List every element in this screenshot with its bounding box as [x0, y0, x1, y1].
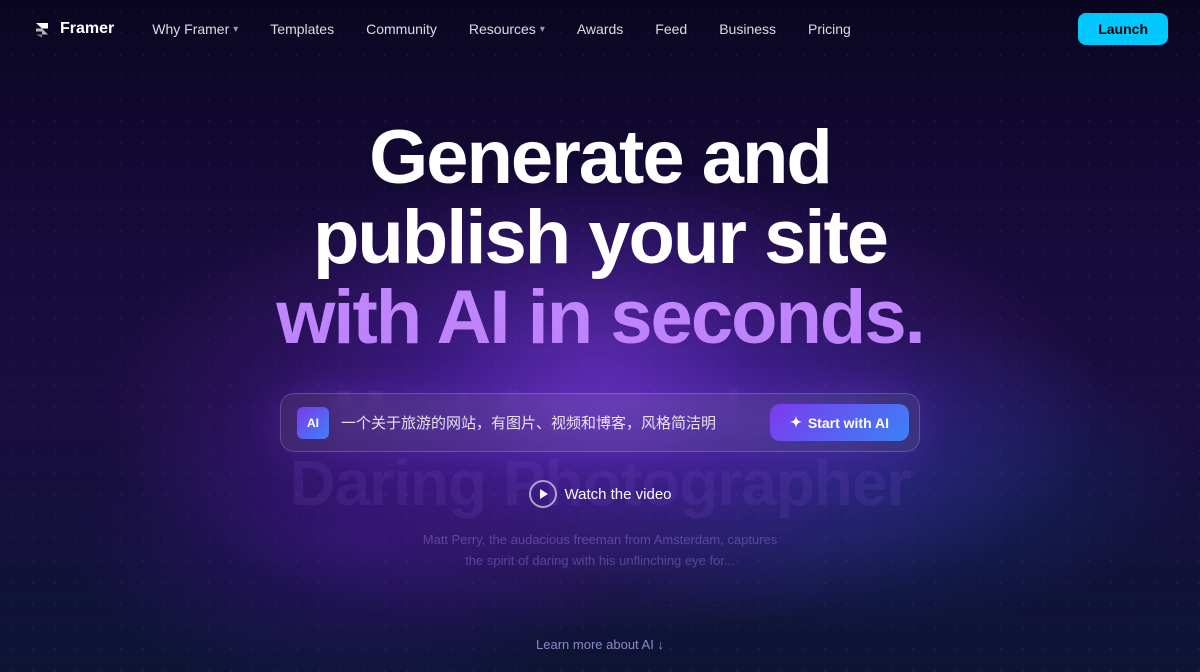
play-triangle [540, 489, 548, 499]
hero-title: Generate and publish your site with AI i… [276, 118, 923, 357]
nav-right: Launch [1078, 13, 1168, 45]
navbar: Framer Why Framer ▾ Templates Community … [0, 0, 1200, 58]
launch-button[interactable]: Launch [1078, 13, 1168, 45]
ai-input-container: AI 一个关于旅游的网站，有图片、视频和博客，风格简洁明 ✦ Start wit… [280, 393, 920, 452]
brand-name: Framer [60, 20, 114, 38]
ai-input-text[interactable]: 一个关于旅游的网站，有图片、视频和博客，风格简洁明 [341, 412, 758, 433]
nav-resources[interactable]: Resources ▾ [455, 15, 559, 43]
hero-title-line3: with AI in seconds. [276, 275, 923, 360]
start-with-ai-button[interactable]: ✦ Start with AI [770, 404, 909, 441]
hero-section: Generate and publish your site with AI i… [0, 58, 1200, 508]
nav-business[interactable]: Business [705, 15, 790, 43]
learn-more-ai[interactable]: Learn more about AI ↓ [536, 637, 664, 652]
chevron-down-icon: ▾ [233, 24, 238, 35]
play-icon [529, 480, 557, 508]
framer-logo-icon [32, 19, 52, 39]
nav-templates[interactable]: Templates [256, 15, 348, 43]
chevron-down-icon: ▾ [540, 24, 545, 35]
nav-awards[interactable]: Awards [563, 15, 637, 43]
hero-title-line2: publish your site [313, 195, 887, 280]
watch-video-button[interactable]: Watch the video [529, 480, 672, 508]
sparkle-icon: ✦ [790, 414, 802, 431]
ai-icon: AI [297, 407, 329, 439]
nav-pricing[interactable]: Pricing [794, 15, 865, 43]
nav-logo[interactable]: Framer [32, 19, 114, 39]
nav-why-framer[interactable]: Why Framer ▾ [138, 15, 252, 43]
hero-title-line1: Generate and [369, 115, 831, 200]
nav-feed[interactable]: Feed [641, 15, 701, 43]
ai-input-bar: AI 一个关于旅游的网站，有图片、视频和博客，风格简洁明 ✦ Start wit… [280, 393, 920, 452]
nav-community[interactable]: Community [352, 15, 451, 43]
bg-text-sub: Matt Perry, the audacious freeman from A… [289, 530, 910, 572]
nav-links: Why Framer ▾ Templates Community Resourc… [138, 15, 1078, 43]
